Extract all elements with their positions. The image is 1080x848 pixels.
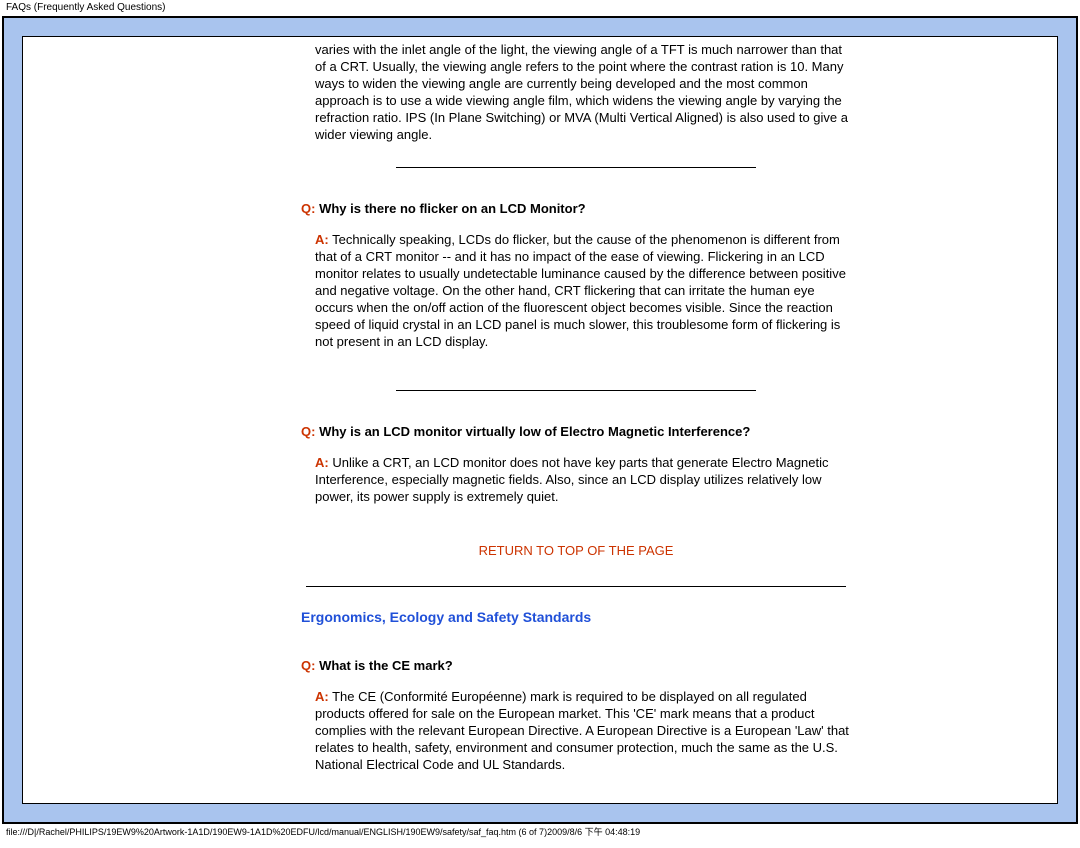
q-prefix: Q: (301, 802, 315, 804)
return-to-top-link[interactable]: RETURN TO TOP OF THE PAGE (301, 543, 851, 558)
intro-paragraph-block: varies with the inlet angle of the light… (315, 41, 851, 143)
a-prefix: A: (315, 455, 329, 470)
a-prefix: A: (315, 689, 329, 704)
answer-text: The CE (Conformité Européenne) mark is r… (315, 689, 849, 772)
window-title: FAQs (Frequently Asked Questions) (0, 0, 1080, 16)
section-heading: Ergonomics, Ecology and Safety Standards (301, 609, 851, 625)
answer-text: Technically speaking, LCDs do flicker, b… (315, 232, 846, 349)
answer-text: Unlike a CRT, an LCD monitor does not ha… (315, 455, 829, 504)
intro-paragraph: varies with the inlet angle of the light… (315, 41, 851, 143)
question-text: Why is there no flicker on an LCD Monito… (315, 201, 585, 216)
page-area: varies with the inlet angle of the light… (22, 36, 1058, 804)
faq-question: Q: What is the CE mark? (301, 657, 851, 674)
faq-answer: A: Unlike a CRT, an LCD monitor does not… (315, 454, 851, 505)
faq-question: Q: Does the LCD monitor conform to gener… (301, 801, 851, 804)
content-column: varies with the inlet angle of the light… (301, 41, 851, 804)
faq-question: Q: Why is an LCD monitor virtually low o… (301, 423, 851, 440)
section-divider (306, 586, 846, 587)
faq-answer-block: A: The CE (Conformité Européenne) mark i… (315, 688, 851, 773)
faq-answer: A: Technically speaking, LCDs do flicker… (315, 231, 851, 350)
faq-answer-block: A: Unlike a CRT, an LCD monitor does not… (315, 454, 851, 505)
footer-file-path: file:///D|/Rachel/PHILIPS/19EW9%20Artwor… (0, 824, 1080, 840)
document-outer-frame: varies with the inlet angle of the light… (2, 16, 1078, 824)
question-text: What is the CE mark? (315, 658, 452, 673)
q-prefix: Q: (301, 424, 315, 439)
question-text: Why is an LCD monitor virtually low of E… (315, 424, 750, 439)
divider (396, 390, 756, 391)
question-text: Does the LCD monitor conform to general … (315, 802, 692, 804)
faq-question: Q: Why is there no flicker on an LCD Mon… (301, 200, 851, 217)
divider (396, 167, 756, 168)
faq-answer: A: The CE (Conformité Européenne) mark i… (315, 688, 851, 773)
q-prefix: Q: (301, 658, 315, 673)
a-prefix: A: (315, 232, 329, 247)
document-blue-frame: varies with the inlet angle of the light… (4, 18, 1076, 822)
faq-answer-block: A: Technically speaking, LCDs do flicker… (315, 231, 851, 350)
q-prefix: Q: (301, 201, 315, 216)
